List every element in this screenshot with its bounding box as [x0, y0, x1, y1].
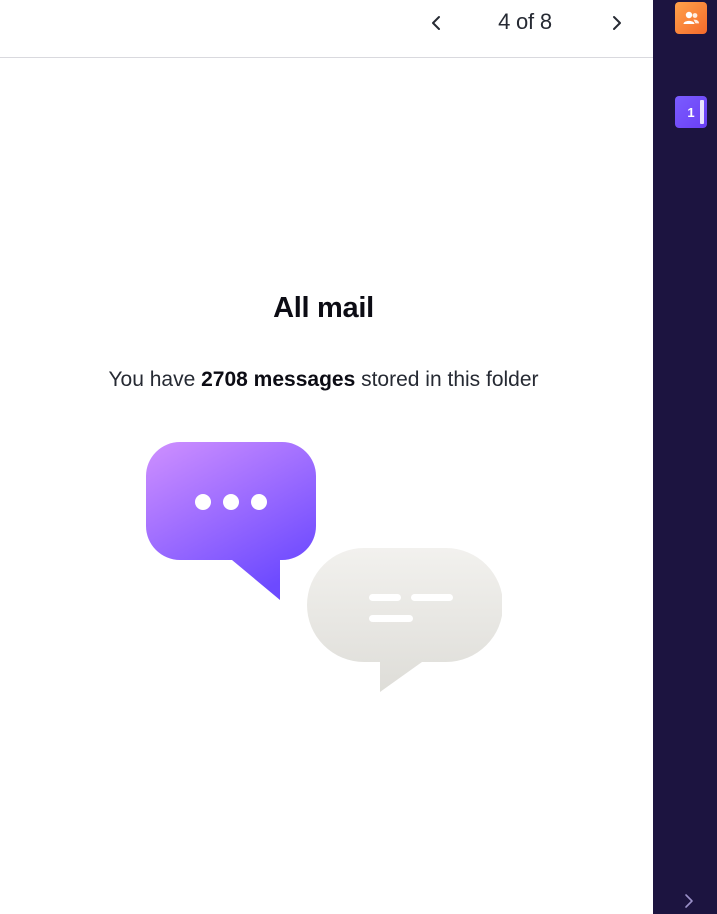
message-count: 2708 messages: [201, 368, 356, 391]
summary-prefix: You have: [108, 368, 202, 391]
main-pane: 4 of 8 All mail You have 2708 messages s…: [0, 0, 653, 914]
expand-rail-button[interactable]: [677, 888, 701, 914]
purple-speech-bubble: [146, 442, 316, 600]
summary-suffix: stored in this folder: [355, 368, 539, 391]
previous-page-button[interactable]: [421, 8, 451, 38]
calendar-day-label: 1: [687, 104, 695, 120]
toolbar: 4 of 8: [0, 0, 653, 58]
gray-speech-bubble: [307, 548, 502, 692]
chevron-right-icon: [613, 16, 621, 30]
chevron-right-icon: [685, 894, 693, 908]
chat-bubbles-illustration: [146, 442, 502, 692]
contacts-people-icon: [683, 11, 699, 24]
folder-summary: You have 2708 messages stored in this fo…: [0, 368, 647, 392]
contacts-icon[interactable]: [675, 2, 707, 34]
pagination-indicator: 4 of 8: [498, 9, 552, 34]
folder-title: All mail: [273, 292, 374, 324]
calendar-icon[interactable]: 1: [675, 96, 707, 128]
app-side-rail: 1: [653, 0, 717, 914]
next-page-button[interactable]: [602, 8, 632, 38]
chevron-left-icon: [432, 16, 440, 30]
